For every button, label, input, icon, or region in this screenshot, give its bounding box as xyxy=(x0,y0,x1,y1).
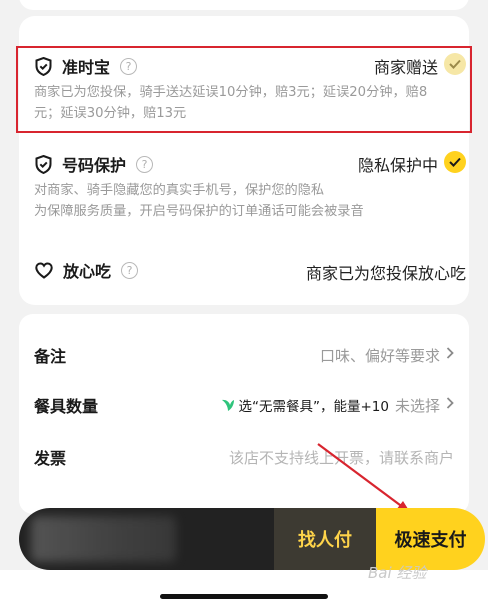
safe-eat-title: 放心吃 xyxy=(63,262,112,281)
tableware-label: 餐具数量 xyxy=(34,397,99,416)
home-indicator[interactable] xyxy=(160,594,328,599)
number-status: 隐私保护中 xyxy=(357,156,438,175)
heart-icon xyxy=(35,261,53,279)
number-description: 对商家、骑手隐藏您的真实手机号，保护您的隐私 为保障服务质量，开启号码保护的订单… xyxy=(34,180,464,222)
baidu-watermark: Bai 经验 xyxy=(368,564,427,582)
remark-row[interactable]: 备注 口味、偏好等要求 xyxy=(34,340,454,370)
tableware-row[interactable]: 餐具数量 选“无需餐具”，能量+10 未选择 xyxy=(34,390,454,420)
highlight-annotation-box xyxy=(16,46,472,133)
safe-eat-help-icon[interactable]: ? xyxy=(121,261,139,279)
safe-eat-title-row: 放心吃 ? xyxy=(35,258,139,282)
fast-pay-button[interactable]: 极速支付 xyxy=(376,508,485,570)
tableware-value: 选“无需餐具”，能量+10 未选择 xyxy=(221,395,455,416)
chevron-right-icon xyxy=(446,347,454,363)
safe-eat-status: 商家已为您投保放心吃 xyxy=(305,264,466,283)
number-title-row: 号码保护 ? xyxy=(35,152,154,176)
invoice-label: 发票 xyxy=(34,449,67,468)
number-help-icon[interactable]: ? xyxy=(136,155,154,173)
friend-pay-button[interactable]: 找人付 xyxy=(274,508,376,570)
previous-card xyxy=(19,0,469,10)
payment-bar: 找人付 极速支付 xyxy=(19,508,485,570)
remark-value: 口味、偏好等要求 xyxy=(320,345,454,366)
number-desc-line1: 对商家、骑手隐藏您的真实手机号，保护您的隐私 xyxy=(34,183,325,198)
remark-label: 备注 xyxy=(34,347,67,366)
shield-check-icon xyxy=(35,154,52,174)
number-check-icon[interactable] xyxy=(444,151,466,173)
leaf-icon xyxy=(221,399,234,411)
remark-placeholder: 口味、偏好等要求 xyxy=(319,346,440,365)
no-tableware-promo[interactable]: 选“无需餐具”，能量+10 xyxy=(239,395,389,415)
chevron-right-icon xyxy=(446,397,454,413)
order-total-area xyxy=(19,508,274,570)
tableware-selection: 未选择 xyxy=(394,396,440,415)
number-desc-line2: 为保障服务质量，开启号码保护的订单通话可能会被录音 xyxy=(34,204,364,219)
blurred-total xyxy=(31,516,176,562)
number-title: 号码保护 xyxy=(62,156,127,175)
